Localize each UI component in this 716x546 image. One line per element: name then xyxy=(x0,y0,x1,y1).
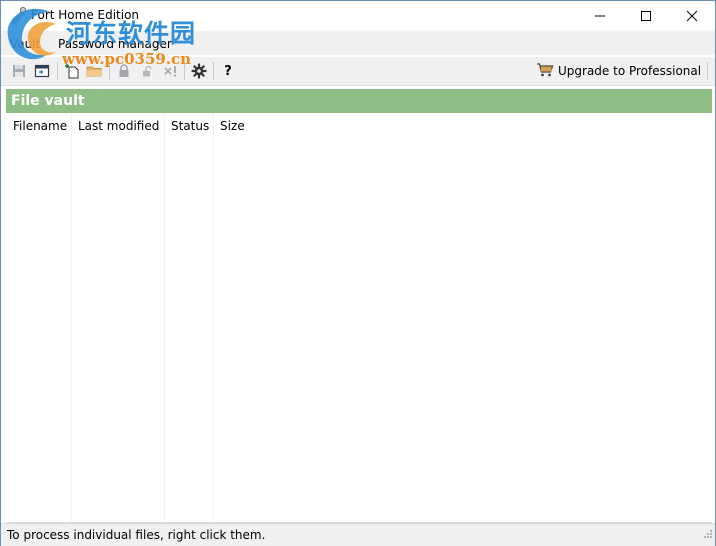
shopping-cart-icon xyxy=(536,62,554,81)
upgrade-label: Upgrade to Professional xyxy=(558,64,702,78)
unlock-icon[interactable] xyxy=(138,62,156,80)
column-header-status[interactable]: Status xyxy=(171,119,209,133)
column-divider[interactable] xyxy=(71,114,72,522)
upgrade-button[interactable]: Upgrade to Professional xyxy=(536,61,701,81)
title-bar[interactable]: Fort Home Edition xyxy=(1,1,715,31)
toolbar: ? Upgrade to Professional xyxy=(1,57,715,86)
save-icon[interactable] xyxy=(10,62,28,80)
resize-grip-icon[interactable] xyxy=(701,529,713,544)
column-header-size[interactable]: Size xyxy=(220,119,245,133)
toolbar-separator xyxy=(184,62,185,80)
file-vault-title: File vault xyxy=(11,93,85,109)
menu-vault[interactable]: Vault xyxy=(10,37,40,51)
open-vault-icon[interactable] xyxy=(33,62,51,80)
status-bar: To process individual files, right click… xyxy=(1,523,715,546)
menu-password-manager[interactable]: Password manager xyxy=(58,37,172,51)
maximize-button[interactable] xyxy=(623,1,669,31)
toolbar-separator xyxy=(707,62,708,80)
folder-icon[interactable] xyxy=(85,62,103,80)
file-list[interactable]: Filename Last modified Status Size xyxy=(6,114,712,523)
column-divider[interactable] xyxy=(164,114,165,522)
window-title: Fort Home Edition xyxy=(31,8,140,22)
app-window: Fort Home Edition Vault Password manager xyxy=(0,0,716,546)
file-vault-header: File vault xyxy=(6,89,712,113)
minimize-button[interactable] xyxy=(577,1,623,31)
column-header-last-modified[interactable]: Last modified xyxy=(78,119,159,133)
fort-app-icon xyxy=(9,6,29,26)
lock-icon[interactable] xyxy=(115,62,133,80)
close-button[interactable] xyxy=(669,1,715,31)
help-icon[interactable]: ? xyxy=(219,62,237,80)
column-divider[interactable] xyxy=(213,114,214,522)
delete-icon[interactable] xyxy=(161,62,179,80)
status-text: To process individual files, right click… xyxy=(7,528,266,542)
column-header-filename[interactable]: Filename xyxy=(13,119,67,133)
settings-icon[interactable] xyxy=(190,62,208,80)
menu-bar: Vault Password manager xyxy=(1,31,715,55)
toolbar-separator xyxy=(57,62,58,80)
toolbar-separator xyxy=(213,62,214,80)
new-file-icon[interactable] xyxy=(63,62,81,80)
toolbar-separator xyxy=(109,62,110,80)
